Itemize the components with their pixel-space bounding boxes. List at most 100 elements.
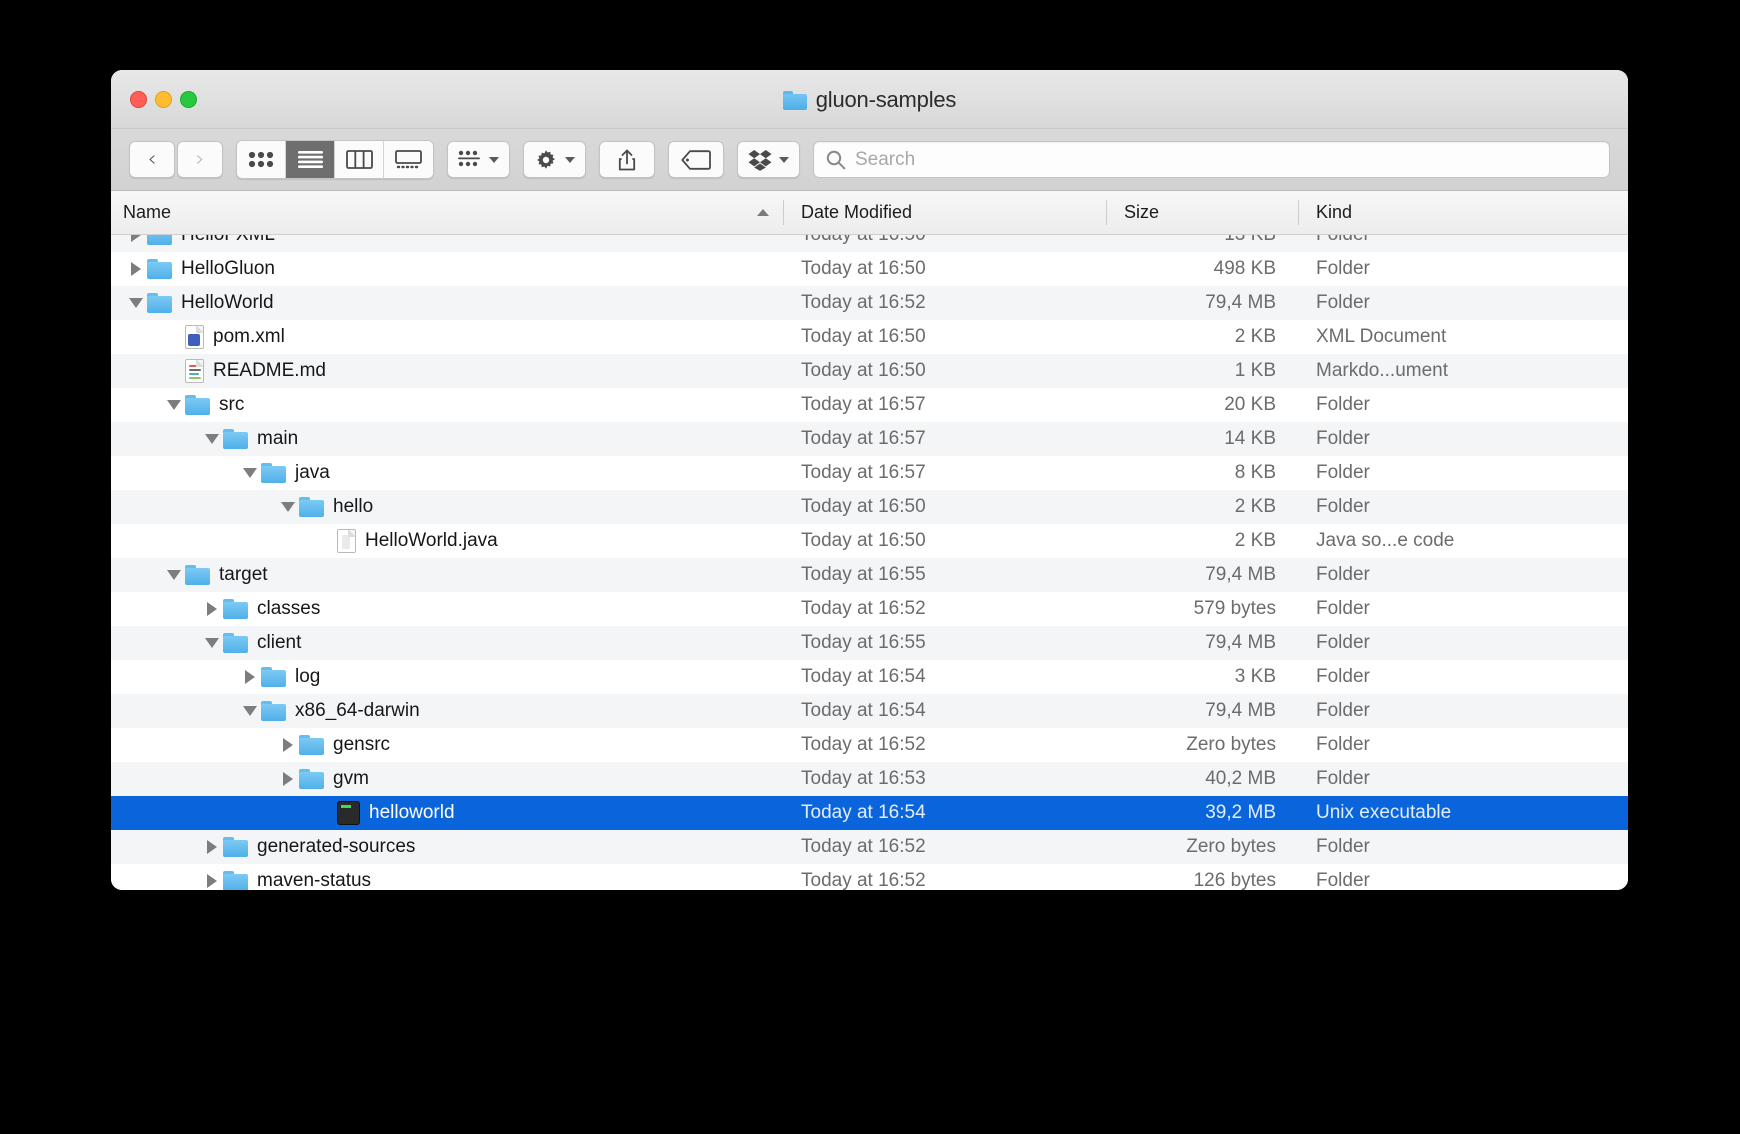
file-name-label: hello — [333, 496, 374, 517]
gallery-view-button[interactable] — [384, 141, 433, 178]
file-name-cell: pom.xml — [111, 320, 783, 354]
file-size-cell: 79,4 MB — [1205, 700, 1276, 721]
file-name-cell: hello — [111, 490, 783, 524]
dropbox-button[interactable] — [737, 141, 800, 178]
table-row[interactable]: helloworld Today at 16:54 39,2 MB Unix exec… — [111, 796, 1628, 830]
file-kind-cell: Folder — [1316, 564, 1370, 585]
chevron-down-icon — [565, 156, 575, 163]
table-row[interactable]: maven-status Today at 16:52 126 bytes Folde… — [111, 864, 1628, 890]
tags-button[interactable] — [668, 141, 724, 178]
finder-window: gluon-samples ‹ › Search Name Date Modif… — [111, 70, 1628, 890]
folder-icon — [223, 871, 248, 890]
column-header-name-label: Name — [123, 202, 172, 222]
file-size-cell: 2 KB — [1234, 326, 1276, 347]
table-row[interactable]: src Today at 16:57 20 KB Folder — [111, 388, 1628, 422]
chevron-down-icon — [489, 156, 499, 163]
disclosure-triangle-collapsed-icon[interactable] — [201, 874, 223, 888]
folder-icon — [223, 837, 248, 857]
file-kind-cell: Folder — [1316, 768, 1370, 789]
file-size-cell: 2 KB — [1234, 530, 1276, 551]
column-header-kind[interactable]: Kind — [1298, 191, 1628, 234]
file-name-label: HelloWorld — [181, 292, 274, 313]
disclosure-triangle-expanded-icon[interactable] — [277, 502, 299, 512]
disclosure-triangle-expanded-icon[interactable] — [201, 638, 223, 648]
disclosure-triangle-expanded-icon[interactable] — [163, 570, 185, 580]
file-list[interactable]: HelloFXMLToday at 16:5013 KBFolderHelloG… — [111, 235, 1628, 890]
disclosure-triangle-expanded-icon[interactable] — [125, 298, 147, 308]
file-kind-cell: Java so...e code — [1316, 530, 1455, 551]
disclosure-triangle-collapsed-icon[interactable] — [201, 602, 223, 616]
search-field[interactable]: Search — [813, 141, 1610, 178]
disclosure-triangle-expanded-icon[interactable] — [163, 400, 185, 410]
file-date-cell: Today at 16:54 — [801, 802, 926, 823]
table-row[interactable]: main Today at 16:57 14 KB Folder — [111, 422, 1628, 456]
file-kind-cell: Unix executable — [1316, 802, 1452, 823]
file-name-cell: target — [111, 558, 783, 592]
disclosure-triangle-collapsed-icon[interactable] — [277, 772, 299, 786]
disclosure-triangle-collapsed-icon[interactable] — [239, 670, 261, 684]
table-row[interactable]: target Today at 16:55 79,4 MB Folder — [111, 558, 1628, 592]
file-name-cell: src — [111, 388, 783, 422]
file-date-cell: Today at 16:57 — [801, 428, 926, 449]
file-name-label: java — [295, 462, 330, 483]
table-row[interactable]: HelloWorld.java Today at 16:50 2 KB Java so… — [111, 524, 1628, 558]
column-view-button[interactable] — [335, 141, 384, 178]
table-row[interactable]: generated-sources Today at 16:52 Zero byte… — [111, 830, 1628, 864]
icon-view-button[interactable] — [237, 141, 286, 178]
table-row[interactable]: gvm Today at 16:53 40,2 MB Folder — [111, 762, 1628, 796]
grid-icon — [248, 151, 274, 168]
table-row[interactable]: client Today at 16:55 79,4 MB Folder — [111, 626, 1628, 660]
disclosure-triangle-expanded-icon[interactable] — [239, 468, 261, 478]
table-row[interactable]: x86_64-darwin Today at 16:54 79,4 MB Folder — [111, 694, 1628, 728]
disclosure-triangle-collapsed-icon[interactable] — [125, 235, 147, 242]
window-title-text: gluon-samples — [815, 87, 957, 112]
action-button[interactable] — [523, 141, 586, 178]
table-row[interactable]: log Today at 16:54 3 KB Folder — [111, 660, 1628, 694]
file-date-cell: Today at 16:52 — [801, 870, 926, 890]
folder-icon — [147, 259, 172, 279]
table-row[interactable]: HelloGluon Today at 16:50 498 KB Folder — [111, 252, 1628, 286]
sort-ascending-icon — [757, 209, 769, 216]
table-row[interactable]: HelloWorld Today at 16:52 79,4 MB Folder — [111, 286, 1628, 320]
column-header-name[interactable]: Name — [111, 191, 783, 234]
back-button[interactable]: ‹ — [129, 141, 175, 178]
file-size-cell: 14 KB — [1224, 428, 1276, 449]
file-date-cell: Today at 16:50 — [801, 530, 926, 551]
file-date-cell: Today at 16:52 — [801, 292, 926, 313]
markdown-document-icon — [185, 359, 204, 383]
file-name-cell: gensrc — [111, 728, 783, 762]
list-view-button[interactable] — [286, 141, 335, 178]
file-name-cell: gvm — [111, 762, 783, 796]
file-size-cell: 3 KB — [1234, 666, 1276, 687]
file-date-cell: Today at 16:50 — [801, 326, 926, 347]
disclosure-triangle-collapsed-icon[interactable] — [125, 262, 147, 276]
table-row[interactable]: gensrc Today at 16:52 Zero bytes Folder — [111, 728, 1628, 762]
file-name-label: maven-status — [257, 870, 372, 890]
table-row[interactable]: README.md Today at 16:50 1 KB Markdo...umen… — [111, 354, 1628, 388]
column-header-size[interactable]: Size — [1106, 191, 1298, 234]
column-header-date-modified[interactable]: Date Modified — [783, 191, 1106, 234]
table-row[interactable]: classes Today at 16:52 579 bytes Folder — [111, 592, 1628, 626]
unix-executable-icon — [337, 801, 360, 825]
file-name-cell: HelloFXML — [111, 235, 783, 252]
search-placeholder: Search — [855, 148, 916, 170]
table-row[interactable]: hello Today at 16:50 2 KB Folder — [111, 490, 1628, 524]
file-date-cell: Today at 16:57 — [801, 394, 926, 415]
file-date-cell: Today at 16:52 — [801, 598, 926, 619]
table-row[interactable]: java Today at 16:57 8 KB Folder — [111, 456, 1628, 490]
table-row[interactable]: pom.xml Today at 16:50 2 KB XML Document — [111, 320, 1628, 354]
disclosure-triangle-collapsed-icon[interactable] — [277, 738, 299, 752]
file-name-cell: classes — [111, 592, 783, 626]
forward-button[interactable]: › — [177, 141, 223, 178]
disclosure-triangle-expanded-icon[interactable] — [239, 706, 261, 716]
disclosure-triangle-expanded-icon[interactable] — [201, 434, 223, 444]
disclosure-triangle-collapsed-icon[interactable] — [201, 840, 223, 854]
file-kind-cell: Folder — [1298, 235, 1628, 246]
group-by-button[interactable] — [447, 141, 510, 178]
list-icon — [297, 151, 323, 168]
finder-toolbar: ‹ › Search — [111, 129, 1628, 191]
file-name-cell: log — [111, 660, 783, 694]
share-button[interactable] — [599, 141, 655, 178]
file-name-label: src — [219, 394, 245, 415]
table-row[interactable]: HelloFXML Today at 16:5013 KBFolder — [111, 235, 1628, 252]
